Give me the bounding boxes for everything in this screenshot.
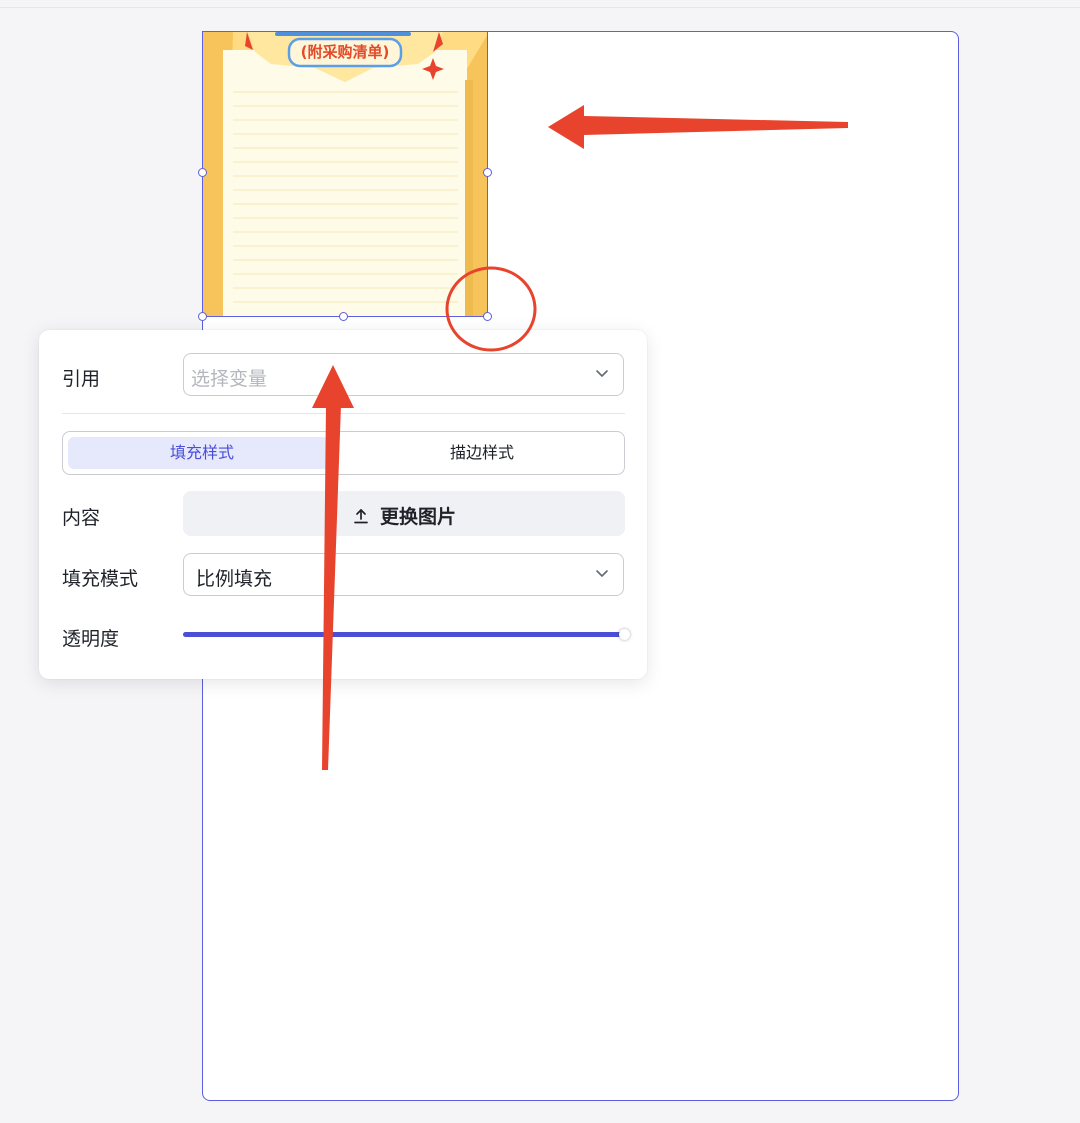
opacity-slider-thumb[interactable] bbox=[619, 629, 630, 640]
image-properties-panel: 引用 选择变量 填充样式 描边样式 内容 更换图片 填充模式 比例填充 透明度 bbox=[39, 330, 647, 679]
resize-handle-bottom-middle[interactable] bbox=[339, 312, 348, 321]
template-image bbox=[203, 32, 487, 316]
top-divider bbox=[0, 7, 1080, 8]
content-label: 内容 bbox=[62, 507, 101, 529]
upload-icon bbox=[354, 509, 368, 524]
variable-select[interactable]: 选择变量 bbox=[183, 353, 624, 396]
chevron-down-icon bbox=[596, 370, 608, 377]
opacity-slider-fill bbox=[183, 632, 624, 637]
resize-handle-bottom-left[interactable] bbox=[198, 312, 207, 321]
tab-stroke-style[interactable]: 描边样式 bbox=[344, 437, 620, 469]
style-tabs: 填充样式 描边样式 bbox=[62, 431, 625, 475]
opacity-label: 透明度 bbox=[62, 628, 120, 650]
template-subtitle: (附采购清单) bbox=[300, 43, 390, 61]
resize-handle-left-middle[interactable] bbox=[198, 168, 207, 177]
fill-mode-label: 填充模式 bbox=[62, 568, 139, 590]
replace-image-label: 更换图片 bbox=[379, 506, 456, 528]
selected-image-element[interactable]: (附采购清单) bbox=[202, 31, 488, 317]
reference-label: 引用 bbox=[62, 368, 101, 390]
section-divider bbox=[62, 413, 625, 414]
chevron-down-icon bbox=[596, 570, 608, 577]
resize-handle-right-middle[interactable] bbox=[483, 168, 492, 177]
opacity-slider[interactable] bbox=[183, 629, 630, 640]
fill-mode-value: 比例填充 bbox=[196, 568, 273, 590]
tab-fill-style[interactable]: 填充样式 bbox=[68, 437, 336, 469]
replace-image-button[interactable]: 更换图片 bbox=[183, 491, 625, 536]
fill-mode-select[interactable]: 比例填充 bbox=[183, 553, 624, 596]
variable-select-placeholder: 选择变量 bbox=[191, 368, 268, 390]
resize-handle-bottom-right[interactable] bbox=[483, 312, 492, 321]
